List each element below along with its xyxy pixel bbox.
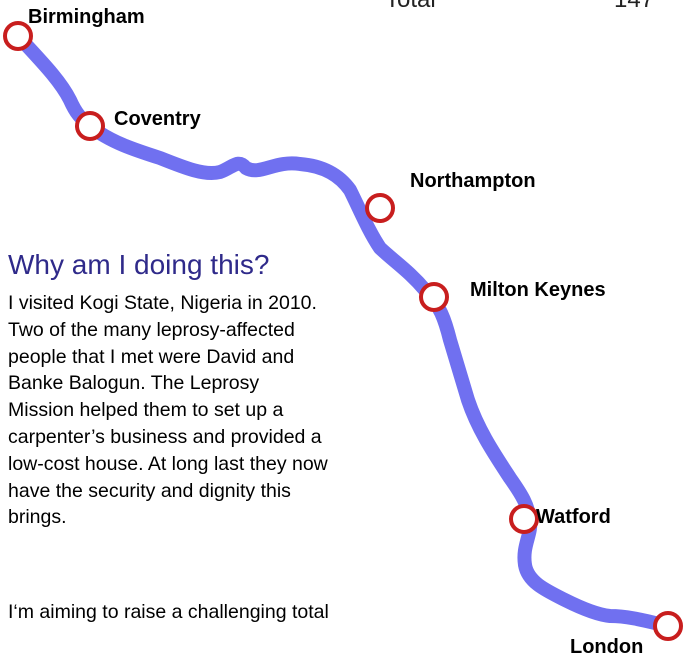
- town-marker-northampton: [365, 193, 395, 223]
- town-label-birmingham: Birmingham: [28, 6, 145, 28]
- town-label-northampton: Northampton: [410, 170, 536, 192]
- town-label-coventry: Coventry: [114, 108, 201, 130]
- story-paragraph: I visited Kogi State, Nigeria in 2010. T…: [8, 292, 328, 529]
- town-marker-london: [653, 611, 683, 641]
- town-marker-watford: [509, 504, 539, 534]
- town-label-milton-keynes: Milton Keynes: [470, 279, 606, 301]
- town-label-london: London: [570, 636, 644, 658]
- section-heading: Why am I doing this?: [8, 249, 270, 280]
- town-marker-coventry: [75, 111, 105, 141]
- story-paragraph-2: I‘m aiming to raise a challenging total: [8, 601, 329, 623]
- town-marker-milton-keynes: [419, 282, 449, 312]
- town-label-watford: Watford: [536, 506, 611, 528]
